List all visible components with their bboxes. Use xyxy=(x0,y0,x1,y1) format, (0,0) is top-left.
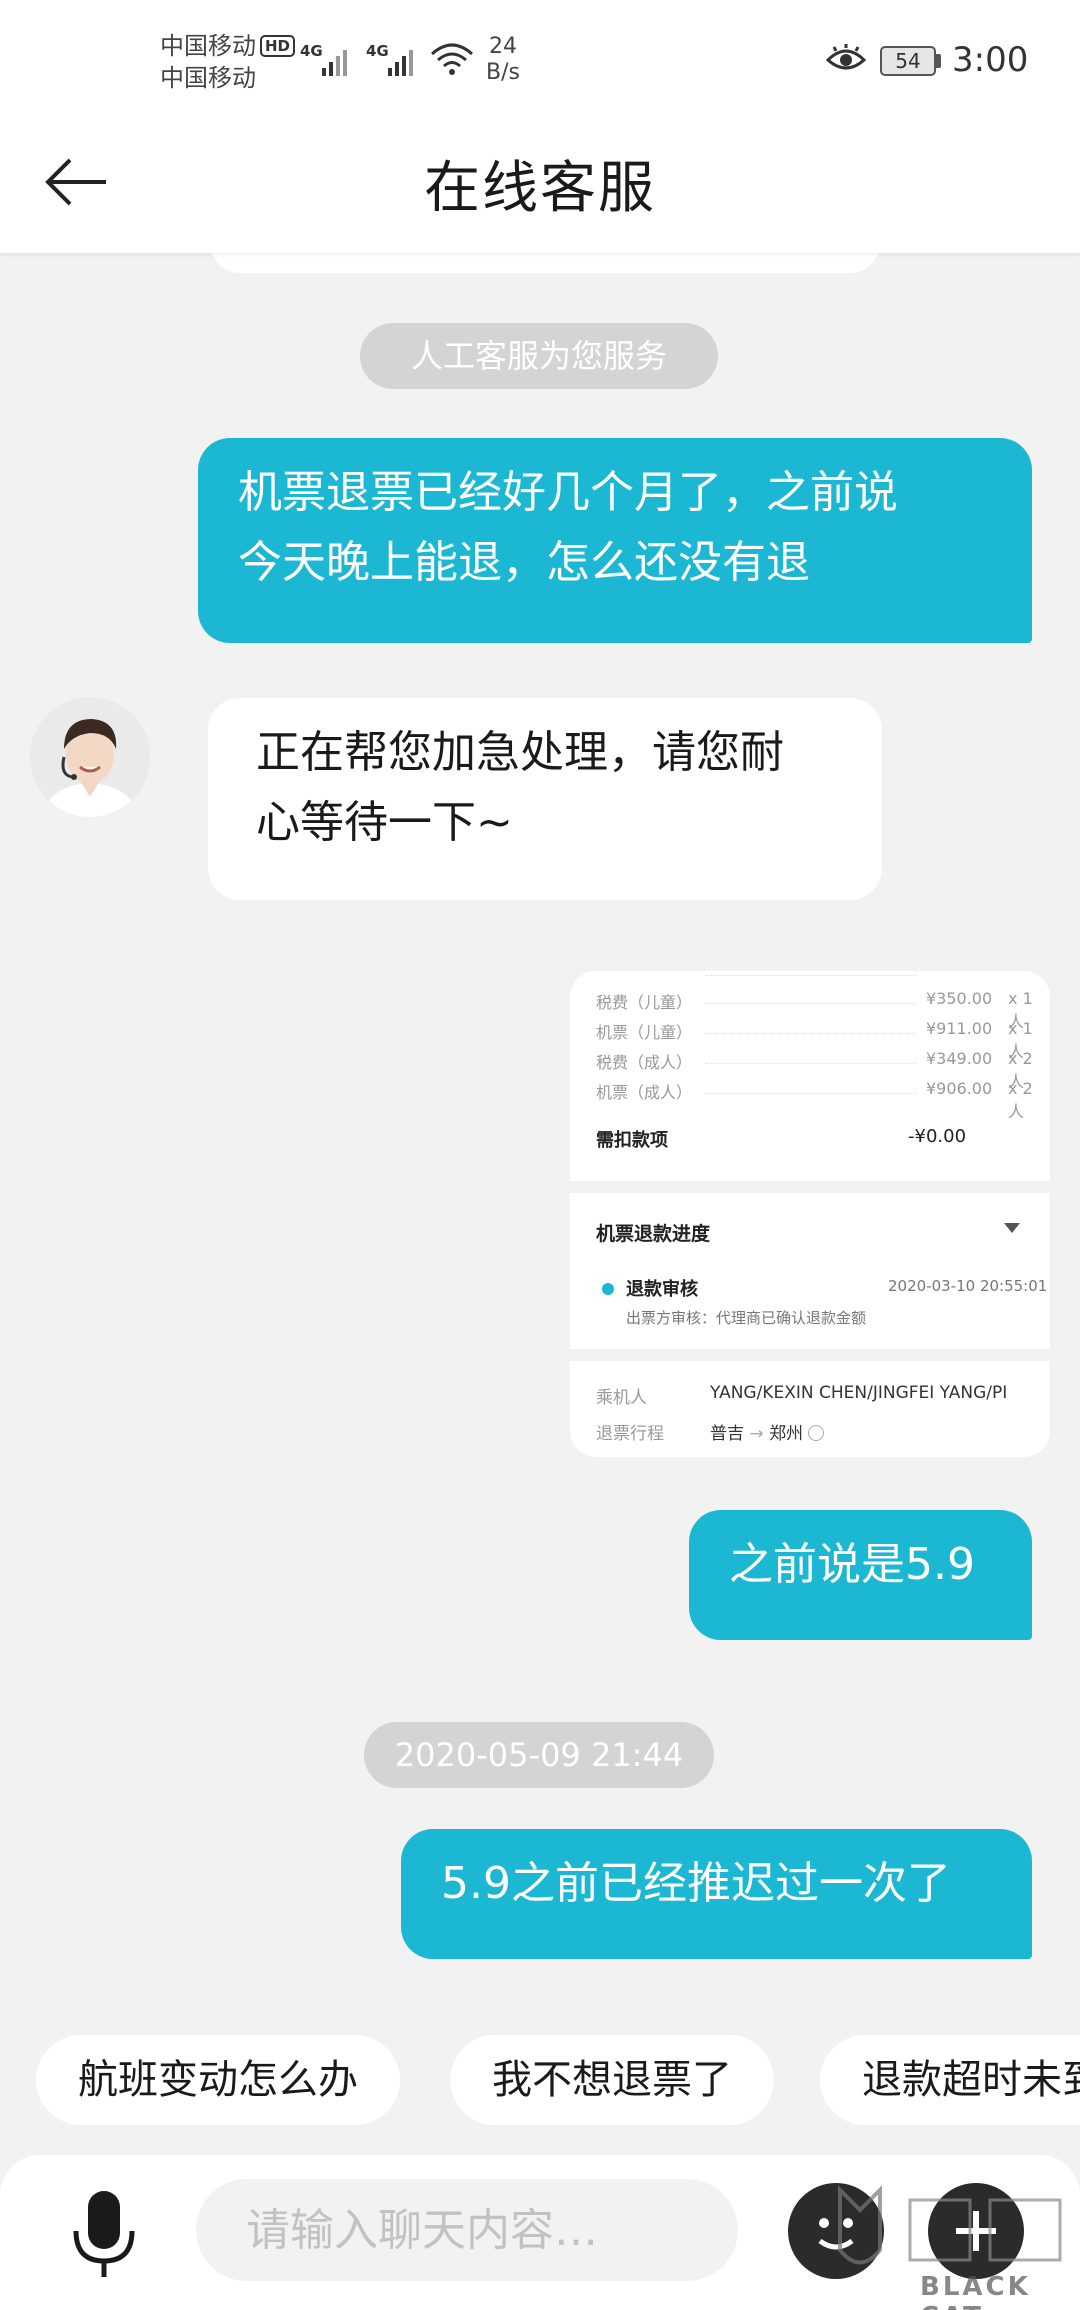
agent-message-1-line-2: 心等待一下~ xyxy=(256,797,513,848)
battery-tip xyxy=(936,54,941,68)
agent-avatar[interactable] xyxy=(30,697,150,817)
signal-icon: 4G xyxy=(300,42,347,76)
signal-icon-2: 4G xyxy=(366,42,413,76)
user-message-1-line-2: 今天晚上能退，怎么还没有退 xyxy=(238,537,810,588)
app-header: 在线客服 xyxy=(0,125,1080,253)
route-arrow-icon: → xyxy=(749,1424,764,1444)
passenger-value: YANG/KEXIN CHEN/JINGFEI YANG/PI xyxy=(710,1383,1008,1403)
previous-message-card xyxy=(210,253,880,273)
agent-message-1[interactable]: 正在帮您加急处理，请您耐 心等待一下~ xyxy=(208,698,882,900)
page-title: 在线客服 xyxy=(424,156,656,221)
route-value: 普吉 → 郑州 xyxy=(710,1419,825,1444)
net-speed-value: 24 xyxy=(488,34,517,59)
user-message-3[interactable]: 5.9之前已经推迟过一次了 xyxy=(401,1829,1032,1959)
clock: 3:00 xyxy=(952,40,1029,80)
fee-row-cut xyxy=(596,971,1036,991)
carrier-2: 中国移动 xyxy=(160,64,256,92)
net-speed-unit: B/s xyxy=(486,60,520,85)
route-label: 退票行程 xyxy=(596,1424,664,1444)
eye-comfort-icon xyxy=(826,44,866,70)
cat-logo-icon xyxy=(838,2185,1062,2265)
net-type-2: 4G xyxy=(366,42,389,60)
progress-step: 退款审核 xyxy=(626,1279,698,1300)
fee-row: 机票（儿童） ¥911.00 x 1人 xyxy=(596,1019,1033,1061)
route-to: 郑州 xyxy=(769,1424,804,1444)
battery-indicator: 54 xyxy=(880,46,936,76)
deduct-label: 需扣款项 xyxy=(596,1130,668,1151)
fee-section: 税费（儿童） ¥350.00 x 1人 机票（儿童） ¥911.00 x 1人 税费（成… xyxy=(570,971,1050,1181)
timestamp: 2020-05-09 21:44 xyxy=(364,1722,714,1788)
user-message-2[interactable]: 之前说是5.9 xyxy=(689,1510,1032,1640)
progress-time: 2020-03-10 20:55:01 xyxy=(888,1277,1048,1295)
watermark-text: BLACK CAT xyxy=(920,2272,1031,2310)
user-message-1-line-1: 机票退票已经好几个月了，之前说 xyxy=(238,467,898,518)
agent-message-1-line-1: 正在帮您加急处理，请您耐 xyxy=(256,727,784,778)
passenger-section: 乘机人 YANG/KEXIN CHEN/JINGFEI YANG/PI 退票行程… xyxy=(570,1361,1050,1457)
quick-reply-chip[interactable]: 退款超时未到 xyxy=(820,2035,1080,2125)
carrier-info: 中国移动 HD 中国移动 xyxy=(160,30,296,94)
quick-reply-chip[interactable]: 我不想退票了 xyxy=(450,2035,774,2125)
route-from: 普吉 xyxy=(710,1424,744,1444)
refund-screenshot-image[interactable]: 税费（儿童） ¥350.00 x 1人 机票（儿童） ¥911.00 x 1人 税费（成… xyxy=(570,971,1050,1457)
net-type-1: 4G xyxy=(300,42,323,60)
chat-input[interactable] xyxy=(196,2179,738,2281)
net-speed: 24 B/s xyxy=(486,34,520,86)
deduct-value: -¥0.00 xyxy=(908,1126,967,1147)
fee-row: 税费（成人） ¥349.00 x 2人 xyxy=(596,1049,1033,1091)
quick-reply-chip[interactable]: 航班变动怎么办 xyxy=(36,2035,400,2125)
microphone-icon[interactable] xyxy=(68,2191,140,2281)
carrier-1: 中国移动 xyxy=(160,32,256,60)
dropdown-arrow-icon xyxy=(1004,1223,1020,1233)
agent-avatar-image xyxy=(30,697,150,817)
refund-progress-section: 机票退款进度 退款审核 2020-03-10 20:55:01 出票方审核：代理… xyxy=(570,1193,1050,1349)
wifi-icon xyxy=(430,43,474,75)
info-icon xyxy=(808,1425,825,1441)
watermark-logo: BLACK CAT xyxy=(820,2180,1080,2310)
fee-row: 机票（成人） ¥906.00 x 2人 xyxy=(596,1079,1033,1121)
progress-desc: 出票方审核：代理商已确认退款金额 xyxy=(626,1309,867,1327)
status-bar: 中国移动 HD 中国移动 4G 4G 24 B/s 54 3:00 xyxy=(0,0,1080,125)
progress-title: 机票退款进度 xyxy=(596,1223,711,1245)
progress-dot-icon xyxy=(602,1283,614,1295)
fee-row: 税费（儿童） ¥350.00 x 1人 xyxy=(596,989,1033,1031)
passenger-label: 乘机人 xyxy=(596,1388,647,1408)
system-notice: 人工客服为您服务 xyxy=(360,323,718,389)
quick-replies: 航班变动怎么办 我不想退票了 退款超时未到 xyxy=(0,2035,1080,2127)
user-message-1[interactable]: 机票退票已经好几个月了，之前说 今天晚上能退，怎么还没有退 xyxy=(198,438,1032,643)
chat-area[interactable]: 人工客服为您服务 机票退票已经好几个月了，之前说 今天晚上能退，怎么还没有退 正… xyxy=(0,253,1080,2035)
hd-badge: HD xyxy=(260,35,296,57)
